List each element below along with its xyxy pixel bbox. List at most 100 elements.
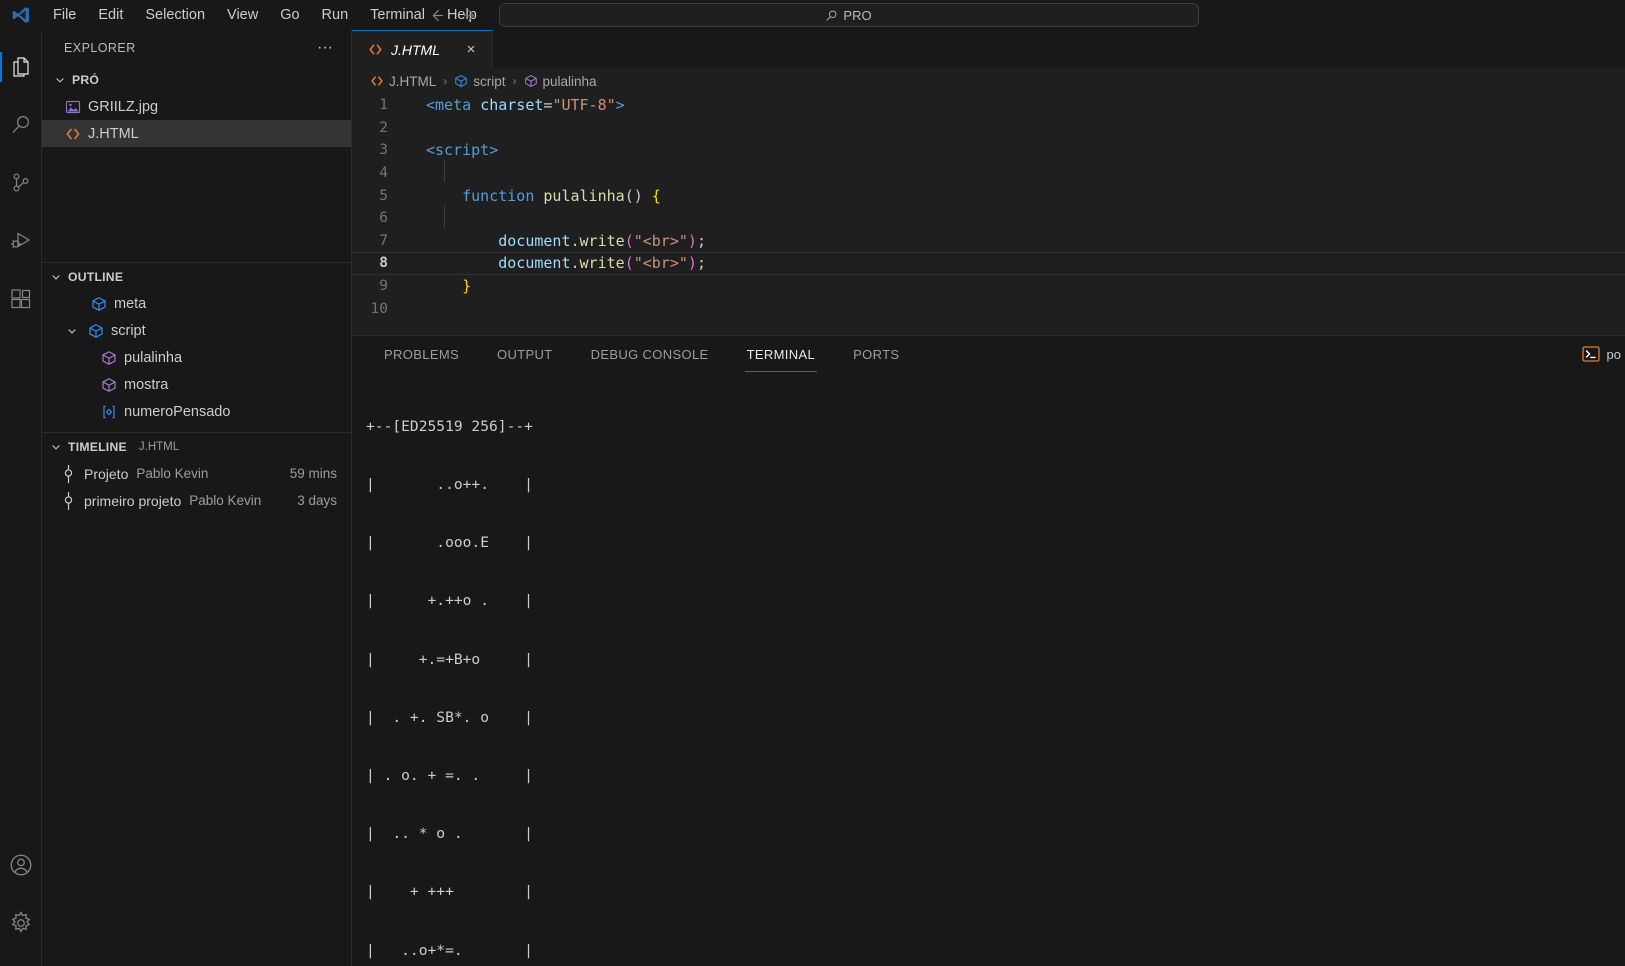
command-center[interactable]: PRO [498, 3, 1199, 27]
breadcrumb-label: J.HTML [389, 73, 437, 89]
chevron-down-icon [52, 72, 68, 88]
code-line: 10 [352, 297, 1625, 320]
explorer-file-jhtml[interactable]: J.HTML [42, 120, 351, 147]
line-number: 8 [379, 255, 388, 272]
explorer-file-label: J.HTML [88, 125, 139, 142]
outline-item-label: meta [114, 295, 147, 312]
timeline-entry[interactable]: Projeto Pablo Kevin 59 mins [42, 460, 351, 487]
outline-item-tentativ[interactable]: tentativ [42, 425, 351, 433]
outline-item-meta[interactable]: meta [42, 290, 351, 317]
outline-section-header[interactable]: OUTLINE [42, 263, 351, 290]
panel-tab-debug-console[interactable]: DEBUG CONSOLE [579, 336, 721, 372]
activity-search-icon[interactable] [0, 96, 42, 154]
code-line: 2 [352, 117, 1625, 140]
panel-tab-terminal[interactable]: TERMINAL [735, 336, 828, 372]
chevron-down-icon [48, 439, 64, 455]
timeline-entry-author: Pablo Kevin [136, 466, 209, 481]
timeline-title: TIMELINE [68, 439, 127, 454]
symbol-module-icon [87, 322, 104, 339]
arrow-left-icon[interactable] [427, 5, 447, 25]
panel-tab-ports[interactable]: PORTS [841, 336, 911, 372]
timeline-entry[interactable]: primeiro projeto Pablo Kevin 3 days [42, 487, 351, 514]
menu-file[interactable]: File [42, 3, 87, 27]
html-file-icon [368, 42, 383, 57]
panel-actions: po [1581, 336, 1625, 372]
terminal-line: | ..o+*=. | [366, 941, 533, 959]
symbol-method-icon [100, 376, 117, 393]
timeline-list: Projeto Pablo Kevin 59 mins primeiro pro… [42, 460, 351, 514]
explorer-file-label: GRIILZ.jpg [88, 98, 159, 115]
menu-run[interactable]: Run [311, 3, 360, 27]
terminal-line: | +.++o . | [366, 592, 533, 610]
activity-extensions-icon[interactable] [0, 270, 42, 328]
terminal-line: | .. * o . | [366, 825, 533, 843]
panel-tab-output[interactable]: OUTPUT [485, 336, 565, 372]
outline-item-numeropensado[interactable]: numeroPensado [42, 398, 351, 425]
terminal-powershell-icon [1581, 345, 1600, 363]
chevron-right-icon: › [512, 74, 517, 88]
title-bar: File Edit Selection View Go Run Terminal… [0, 0, 1625, 30]
line-number: 2 [379, 119, 388, 136]
activity-source-control-icon[interactable] [0, 154, 42, 212]
code-text: <script> [426, 141, 499, 160]
activity-account-icon[interactable] [0, 836, 42, 894]
vscode-window: File Edit Selection View Go Run Terminal… [0, 0, 1625, 966]
chevron-down-icon [48, 269, 64, 285]
outline-item-pulalinha[interactable]: pulalinha [42, 344, 351, 371]
outline-item-script[interactable]: script [42, 317, 351, 344]
menu-bar: File Edit Selection View Go Run Terminal… [42, 0, 488, 30]
timeline-dot-icon [60, 491, 76, 510]
sidebar-more-actions-button[interactable]: ··· [309, 40, 341, 56]
timeline-section-header[interactable]: TIMELINE J.HTML [42, 433, 351, 460]
explorer-root-folder[interactable]: PRÓ [42, 66, 351, 93]
code-editor[interactable]: 1 <meta charset="UTF-8"> 2 3 <script> 4 … [352, 94, 1625, 335]
terminal-line: | + +++ | [366, 883, 533, 901]
menu-terminal[interactable]: Terminal [359, 3, 436, 27]
timeline-dot-icon [60, 464, 76, 483]
command-center-value: PRO [843, 7, 872, 23]
outline-title: OUTLINE [68, 269, 124, 284]
chevron-down-icon[interactable] [64, 323, 80, 339]
code-line: 7 document.write("<br>"); [352, 230, 1625, 253]
editor-tab-jhtml[interactable]: J.HTML × [352, 30, 493, 68]
line-number: 5 [379, 187, 388, 204]
explorer-tree: PRÓ GRIILZ.jpg J.HTML [42, 66, 351, 262]
code-text: document.write("<br>"); [498, 231, 706, 250]
menu-go[interactable]: Go [269, 3, 310, 27]
terminal-output[interactable]: +--[ED25519 256]--+ | ..o++. | | .ooo.E … [352, 372, 1625, 966]
symbol-module-icon [454, 74, 468, 88]
timeline-entry-time: 3 days [297, 493, 337, 508]
menu-view[interactable]: View [216, 3, 269, 27]
terminal-instance-chip[interactable]: po [1581, 345, 1621, 363]
symbol-method-icon [100, 349, 117, 366]
breadcrumb-item-pulalinha[interactable]: pulalinha [524, 74, 597, 89]
activity-run-debug-icon[interactable] [0, 212, 42, 270]
code-line: 1 <meta charset="UTF-8"> [352, 94, 1625, 117]
menu-selection[interactable]: Selection [134, 3, 216, 27]
arrow-right-icon[interactable] [461, 5, 481, 25]
editor-area: J.HTML × J.HTML › script › pulalinha 1 <… [352, 30, 1625, 966]
navigation-arrows [427, 5, 481, 25]
panel-tab-bar: PROBLEMS OUTPUT DEBUG CONSOLE TERMINAL P… [352, 336, 1625, 372]
image-file-icon [64, 98, 81, 115]
bottom-panel: PROBLEMS OUTPUT DEBUG CONSOLE TERMINAL P… [352, 335, 1625, 966]
symbol-module-icon [90, 295, 107, 312]
explorer-root-label: PRÓ [72, 72, 100, 87]
editor-tab-bar: J.HTML × [352, 30, 1625, 68]
panel-tab-problems[interactable]: PROBLEMS [372, 336, 471, 372]
breadcrumb-item-script[interactable]: script [454, 73, 506, 89]
activity-gear-icon[interactable] [0, 894, 42, 952]
explorer-file-griilz[interactable]: GRIILZ.jpg [42, 93, 351, 120]
code-line: 6 [352, 204, 1625, 230]
breadcrumb-item-file[interactable]: J.HTML [370, 74, 436, 89]
terminal-line: +--[ED25519 256]--+ [366, 417, 533, 435]
breadcrumb-label: script [473, 73, 506, 89]
outline-item-mostra[interactable]: mostra [42, 371, 351, 398]
symbol-variable-icon [100, 403, 117, 420]
line-number: 7 [379, 232, 388, 249]
code-text: document.write("<br>"); [498, 254, 706, 273]
symbol-method-icon [524, 74, 538, 88]
close-icon[interactable]: × [462, 41, 480, 58]
activity-explorer-icon[interactable] [0, 38, 42, 96]
menu-edit[interactable]: Edit [87, 3, 134, 27]
